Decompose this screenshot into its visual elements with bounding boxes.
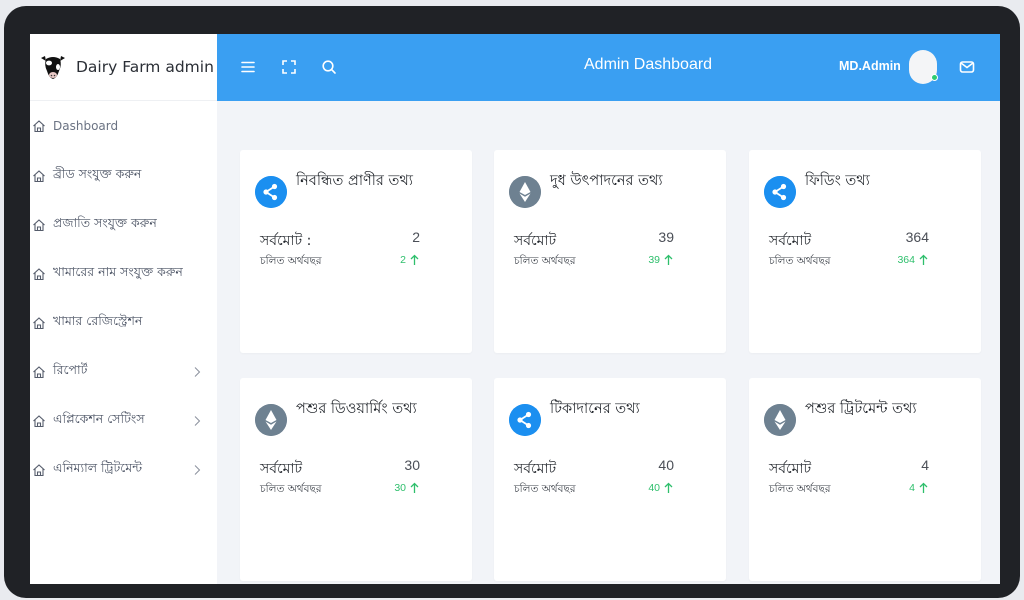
sidebar-item-label: এনিম্যাল ট্রিটমেন্ট (53, 459, 143, 475)
arrow-up-icon (664, 482, 673, 493)
fullscreen-icon[interactable] (280, 58, 298, 76)
change-indicator: 39 (648, 254, 673, 266)
arrow-up-icon (664, 254, 673, 265)
user-name[interactable]: MD.Admin (839, 59, 901, 73)
app-screen: Dairy Farm admin Dashboard ব্রীড সংযুক্ত… (30, 34, 1000, 584)
sidebar-item-animal-treatment[interactable]: এনিম্যাল ট্রিটমেন্ট (30, 445, 217, 494)
change-indicator: 4 (909, 482, 928, 494)
menu-icon[interactable] (239, 58, 257, 76)
chevron-right-icon (194, 464, 201, 475)
total-label: সর্বমোট (769, 461, 812, 477)
sidebar-item-label: এপ্লিকেশন সেটিংস (53, 410, 145, 426)
topbar: Admin Dashboard MD.Admin (217, 34, 1000, 101)
home-icon (33, 169, 45, 182)
online-status-dot (931, 74, 938, 81)
ripple-icon (255, 176, 287, 208)
card-title: নিবন্ধিত প্রাণীর তথ্য (296, 173, 413, 189)
total-value: 364 (905, 229, 929, 245)
change-value: 2 (400, 254, 406, 266)
home-icon (33, 316, 45, 329)
search-icon[interactable] (320, 58, 338, 76)
brand-name: Dairy Farm admin (76, 58, 214, 76)
chevron-right-icon (194, 366, 201, 377)
arrow-up-icon (410, 254, 419, 265)
card-title: পশুর ডিওয়ার্মিং তথ্য (296, 401, 417, 417)
total-label: সর্বমোট : (260, 233, 312, 249)
home-icon (33, 267, 45, 280)
sidebar-item-report[interactable]: রিপোর্ট (30, 347, 217, 396)
stat-card-feeding[interactable]: ফিডিং তথ্য সর্বমোট 364 চলিত অর্থবছর 364 (749, 150, 981, 353)
sidebar-item-label: খামার রেজিস্ট্রেশন (53, 312, 143, 328)
chevron-right-icon (194, 415, 201, 426)
total-value: 39 (658, 229, 674, 245)
sidebar-item-add-breed[interactable]: ব্রীড সংযুক্ত করুন (30, 151, 217, 200)
total-value: 2 (412, 229, 420, 245)
sidebar-item-add-farm-name[interactable]: খামারের নাম সংযুক্ত করুন (30, 249, 217, 298)
total-value: 30 (404, 457, 420, 473)
ripple-icon (764, 176, 796, 208)
change-indicator: 364 (897, 254, 928, 266)
home-icon (33, 414, 45, 427)
change-value: 4 (909, 482, 915, 494)
card-title: টিকাদানের তথ্য (550, 401, 640, 417)
fiscal-year-label: চলিত অর্থবছর (514, 483, 576, 495)
fiscal-year-label: চলিত অর্থবছর (514, 255, 576, 267)
arrow-up-icon (919, 254, 928, 265)
mail-icon[interactable] (958, 58, 976, 76)
sidebar-item-farm-registration[interactable]: খামার রেজিস্ট্রেশন (30, 298, 217, 347)
sidebar-item-add-species[interactable]: প্রজাতি সংযুক্ত করুন (30, 200, 217, 249)
sidebar-item-label: প্রজাতি সংযুক্ত করুন (53, 214, 157, 230)
card-title: পশুর ট্রিটমেন্ট তথ্য (805, 401, 917, 417)
sidebar: Dairy Farm admin Dashboard ব্রীড সংযুক্ত… (30, 34, 217, 584)
change-value: 364 (897, 254, 915, 266)
fiscal-year-label: চলিত অর্থবছর (260, 483, 322, 495)
card-title: ফিডিং তথ্য (805, 173, 870, 189)
avatar[interactable] (909, 50, 938, 84)
stat-card-vaccination[interactable]: টিকাদানের তথ্য সর্বমোট 40 চলিত অর্থবছর 4… (494, 378, 726, 581)
sidebar-item-label: ব্রীড সংযুক্ত করুন (53, 165, 142, 181)
cow-icon (41, 56, 65, 79)
change-indicator: 2 (400, 254, 419, 266)
arrow-up-icon (919, 482, 928, 493)
fiscal-year-label: চলিত অর্থবছর (260, 255, 322, 267)
total-label: সর্বমোট (769, 233, 812, 249)
ethereum-icon (255, 404, 287, 436)
brand[interactable]: Dairy Farm admin (30, 34, 217, 101)
fiscal-year-label: চলিত অর্থবছর (769, 483, 831, 495)
home-icon (33, 365, 45, 378)
sidebar-menu: Dashboard ব্রীড সংযুক্ত করুন প্রজাতি সংয… (30, 101, 217, 494)
sidebar-item-dashboard[interactable]: Dashboard (30, 101, 217, 151)
device-frame: Dairy Farm admin Dashboard ব্রীড সংযুক্ত… (4, 6, 1020, 598)
change-indicator: 40 (648, 482, 673, 494)
total-label: সর্বমোট (260, 461, 303, 477)
home-icon (33, 463, 45, 476)
arrow-up-icon (410, 482, 419, 493)
stat-card-milk-production[interactable]: দুধ উৎপাদনের তথ্য সর্বমোট 39 চলিত অর্থবছ… (494, 150, 726, 353)
sidebar-item-label: রিপোর্ট (53, 361, 88, 377)
home-icon (33, 120, 45, 133)
change-value: 30 (394, 482, 406, 494)
ripple-icon (509, 404, 541, 436)
total-value: 4 (921, 457, 929, 473)
home-icon (33, 218, 45, 231)
page-title: Admin Dashboard (584, 56, 713, 73)
sidebar-item-label: খামারের নাম সংযুক্ত করুন (53, 263, 183, 279)
stat-card-registered-animals[interactable]: নিবন্ধিত প্রাণীর তথ্য সর্বমোট : 2 চলিত অ… (240, 150, 472, 353)
ethereum-icon (764, 404, 796, 436)
stat-card-animal-treatment[interactable]: পশুর ট্রিটমেন্ট তথ্য সর্বমোট 4 চলিত অর্থ… (749, 378, 981, 581)
sidebar-item-app-settings[interactable]: এপ্লিকেশন সেটিংস (30, 396, 217, 445)
ethereum-icon (509, 176, 541, 208)
change-indicator: 30 (394, 482, 419, 494)
stat-card-deworming[interactable]: পশুর ডিওয়ার্মিং তথ্য সর্বমোট 30 চলিত অর… (240, 378, 472, 581)
total-label: সর্বমোট (514, 233, 557, 249)
change-value: 40 (648, 482, 660, 494)
fiscal-year-label: চলিত অর্থবছর (769, 255, 831, 267)
total-label: সর্বমোট (514, 461, 557, 477)
card-title: দুধ উৎপাদনের তথ্য (550, 173, 663, 189)
sidebar-item-label: Dashboard (53, 119, 119, 133)
change-value: 39 (648, 254, 660, 266)
total-value: 40 (658, 457, 674, 473)
